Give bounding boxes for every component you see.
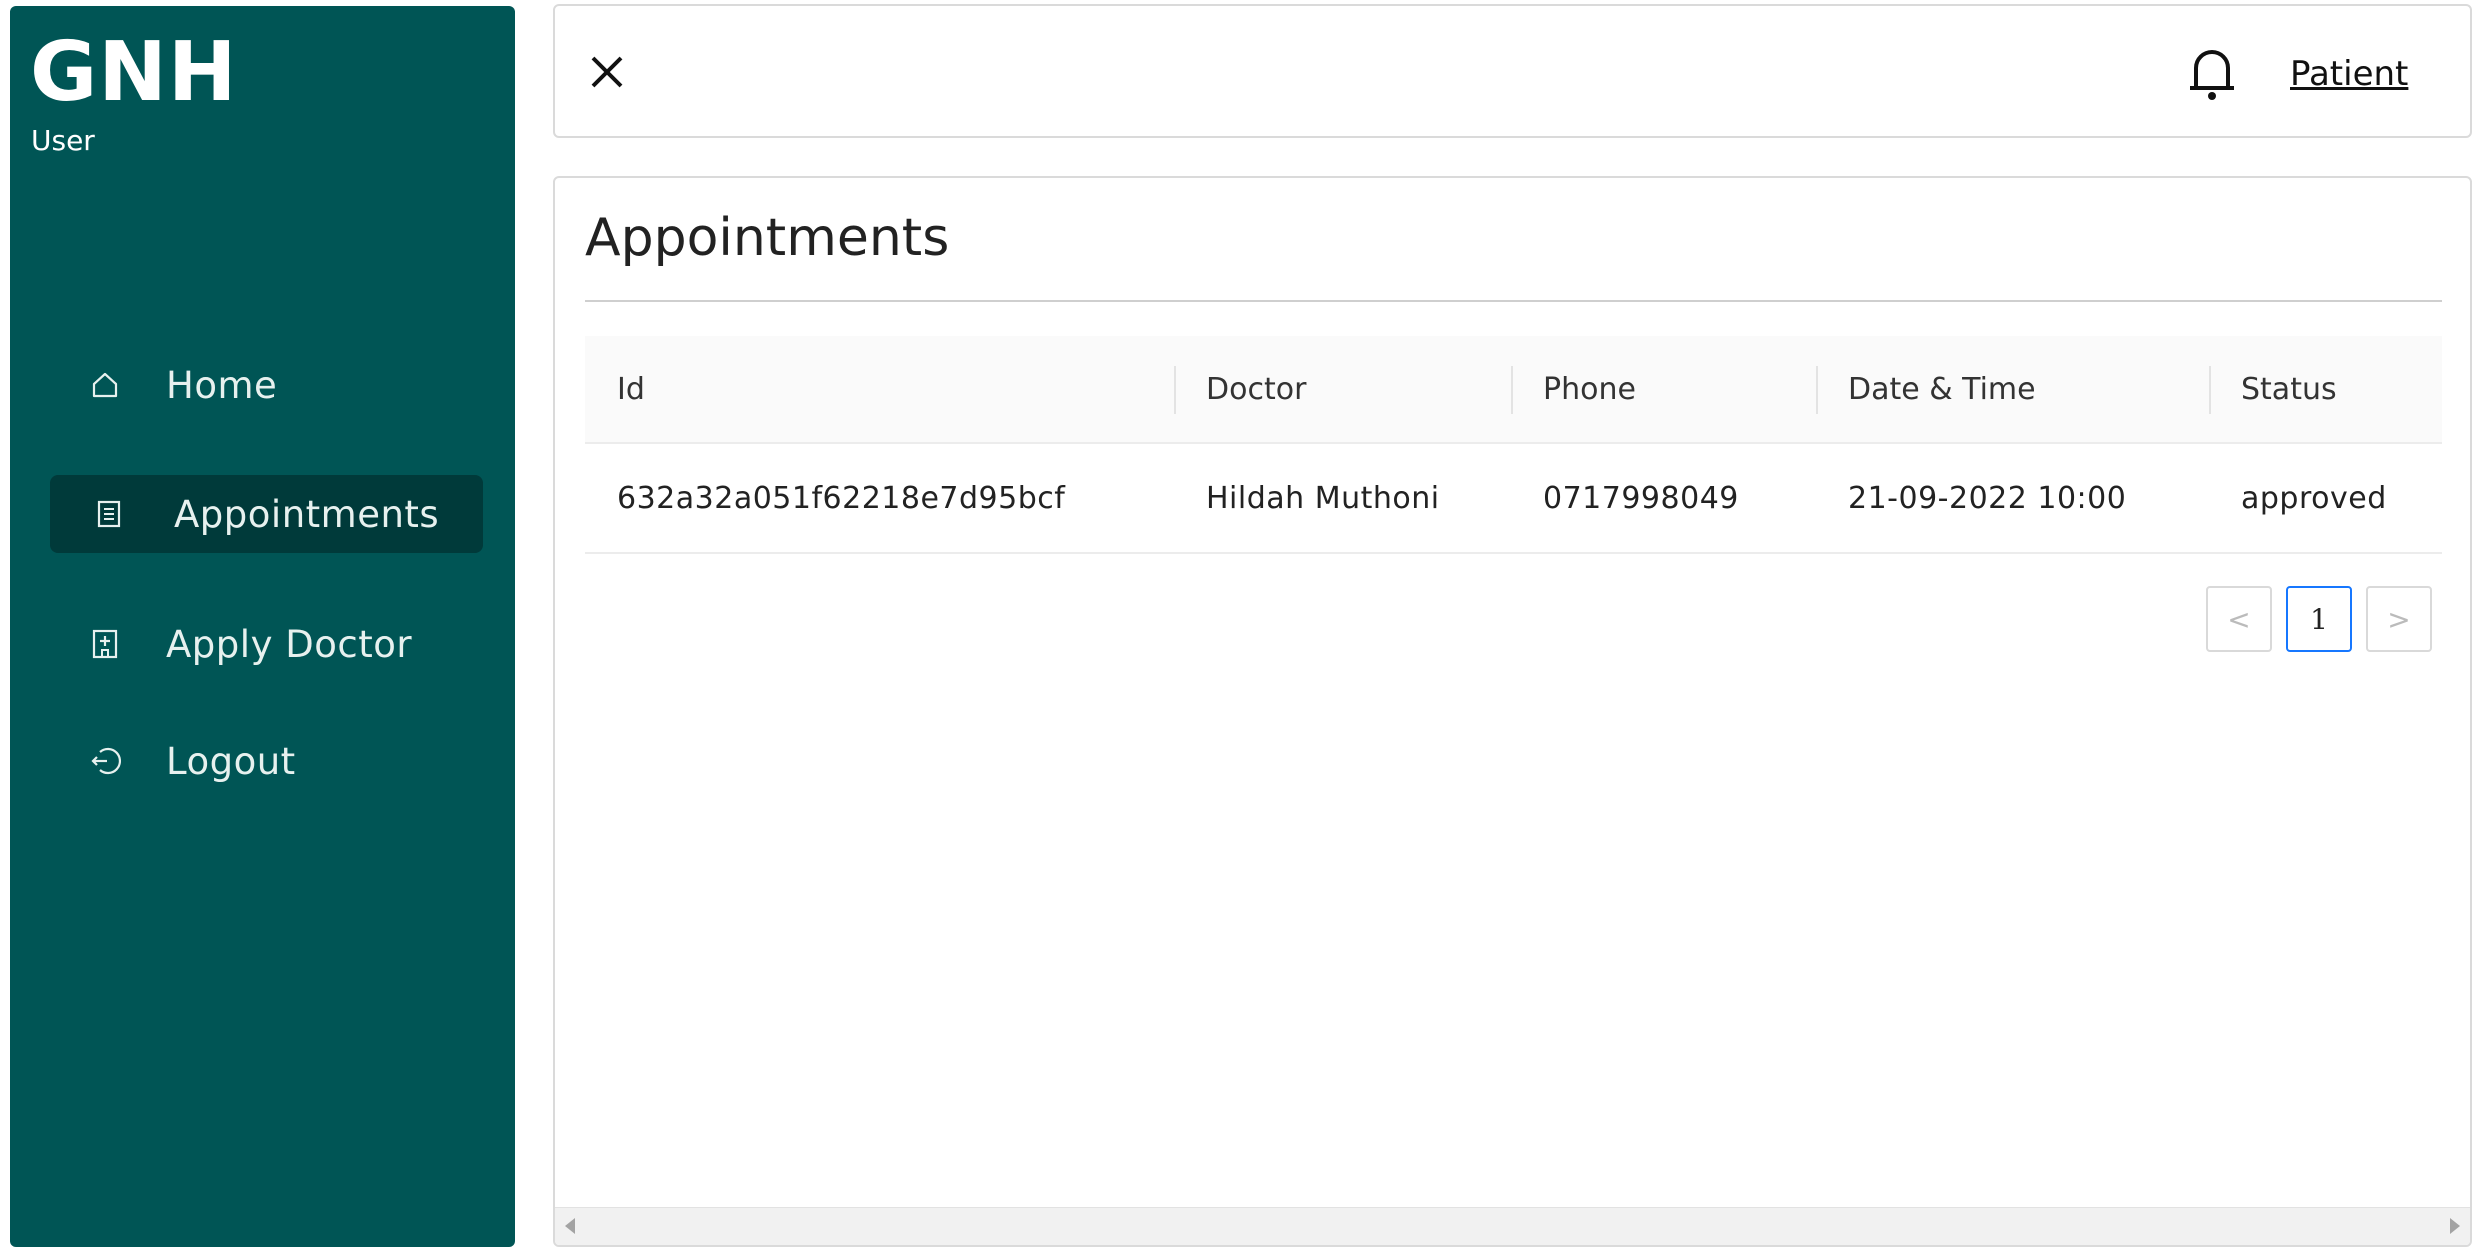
cell-doctor: Hildah Muthoni (1206, 480, 1440, 516)
close-icon[interactable] (585, 50, 629, 94)
cell-status: approved (2241, 480, 2387, 516)
home-icon (88, 368, 122, 402)
app-logo: GNH (30, 25, 238, 120)
cell-date-time: 21-09-2022 10:00 (1848, 480, 2127, 516)
column-header-doctor: Doctor (1174, 336, 1511, 442)
column-header-id: Id (617, 371, 645, 407)
sidebar: GNH User Home Appointments Apply Doctor … (10, 6, 515, 1247)
sidebar-item-label: Home (166, 363, 278, 407)
logout-icon (88, 744, 122, 778)
column-header-phone: Phone (1511, 336, 1816, 442)
sidebar-item-logout[interactable]: Logout (50, 722, 483, 800)
pagination-next-button[interactable]: > (2366, 586, 2432, 652)
appointments-table: Id Doctor Phone Date & Time Status 632a3… (585, 336, 2442, 554)
top-header: Patient (553, 4, 2472, 138)
cell-phone: 0717998049 (1543, 480, 1739, 516)
cell-id: 632a32a051f62218e7d95bcf (617, 480, 1066, 516)
table-header: Id Doctor Phone Date & Time Status (585, 336, 2442, 444)
main-panel: Appointments Id Doctor Phone Date & Time… (553, 176, 2472, 1247)
column-header-status: Status (2209, 336, 2442, 442)
pagination: < 1 > (2206, 586, 2446, 652)
user-role: User (31, 124, 95, 157)
sidebar-item-appointments[interactable]: Appointments (50, 475, 483, 553)
sidebar-item-apply-doctor[interactable]: Apply Doctor (50, 605, 483, 683)
sidebar-item-home[interactable]: Home (50, 346, 483, 424)
divider (585, 300, 2442, 302)
column-header-date-time: Date & Time (1816, 336, 2209, 442)
table-row[interactable]: 632a32a051f62218e7d95bcf Hildah Muthoni … (585, 444, 2442, 554)
scroll-right-icon[interactable] (2450, 1218, 2460, 1234)
sidebar-item-label: Logout (166, 739, 296, 783)
horizontal-scrollbar[interactable] (555, 1207, 2470, 1245)
scroll-left-icon[interactable] (565, 1218, 575, 1234)
hospital-icon (88, 627, 122, 661)
sidebar-item-label: Appointments (174, 492, 440, 536)
user-profile-link[interactable]: Patient (2290, 54, 2408, 94)
bell-icon[interactable] (2184, 42, 2240, 104)
pagination-page-button[interactable]: 1 (2286, 586, 2352, 652)
page-title: Appointments (585, 208, 950, 268)
list-icon (92, 497, 126, 531)
pagination-prev-button[interactable]: < (2206, 586, 2272, 652)
sidebar-item-label: Apply Doctor (166, 622, 413, 666)
